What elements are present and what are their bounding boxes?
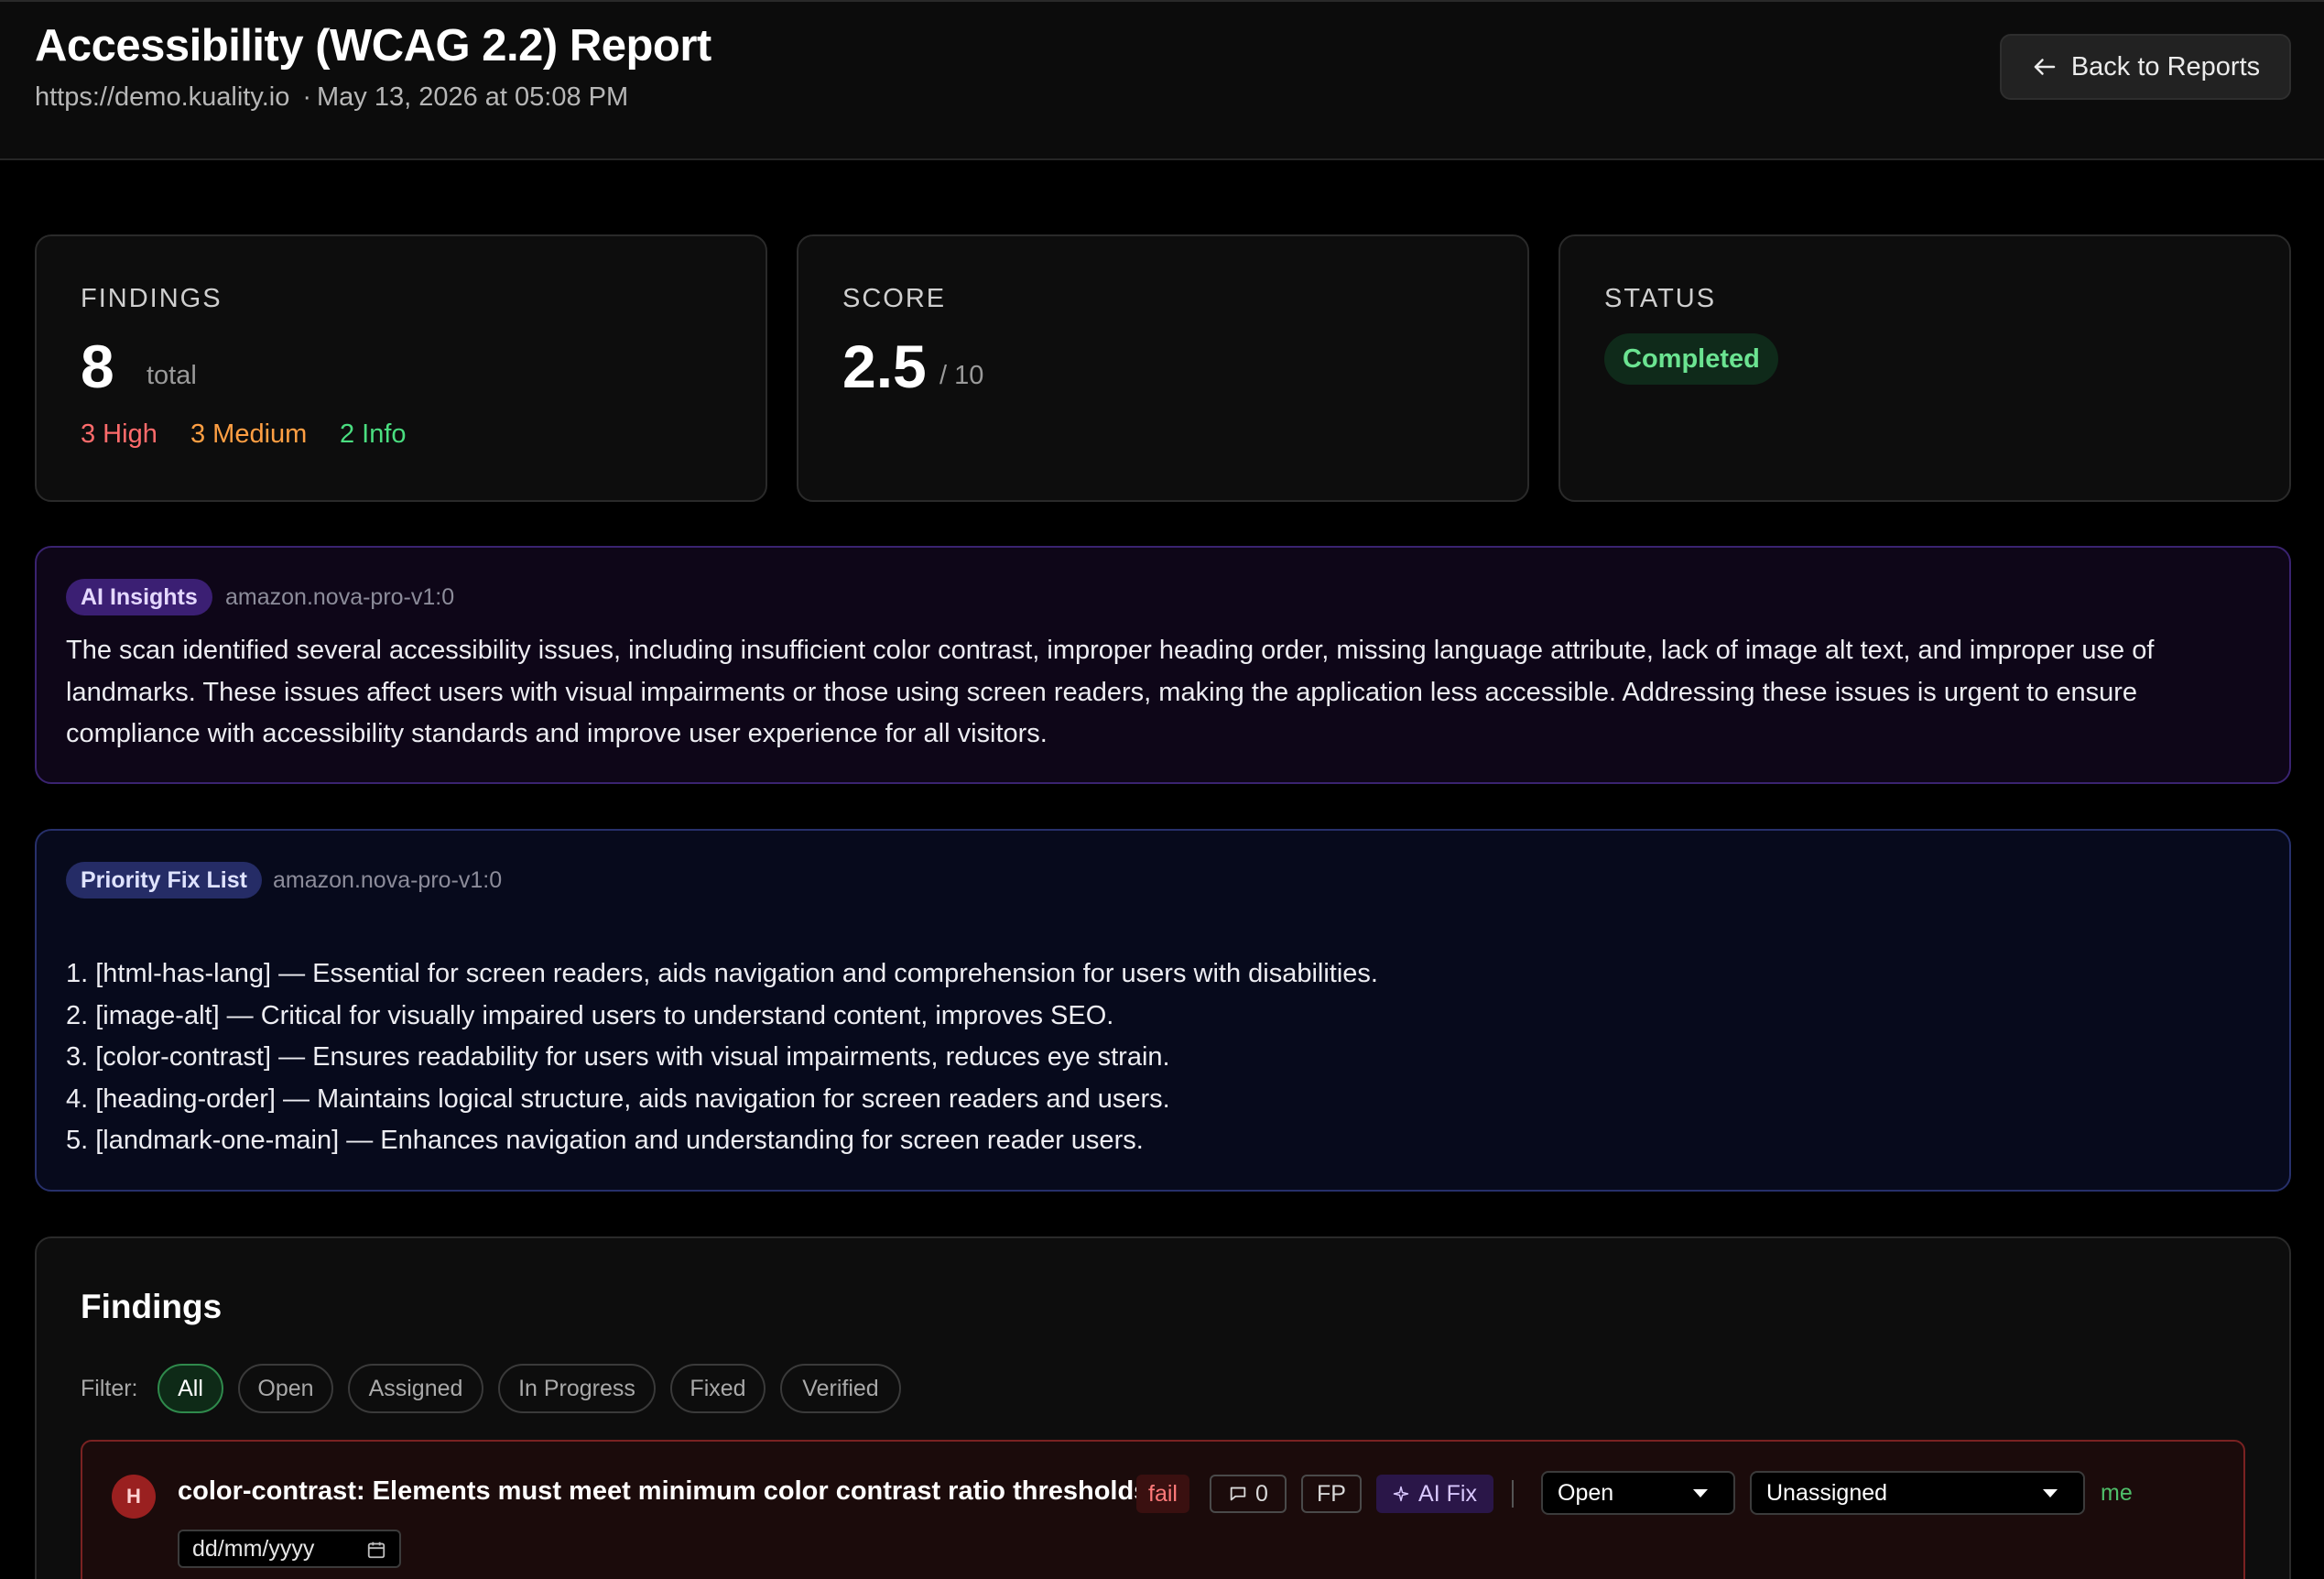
report-url: https://demo.kuality.io [35,82,290,112]
ai-insights-model: amazon.nova-pro-v1:0 [225,584,455,610]
page-header: Accessibility (WCAG 2.2) Report https://… [0,0,2324,160]
arrow-left-icon [2034,59,2056,75]
back-to-reports-label: Back to Reports [2070,51,2261,82]
report-meta: https://demo.kuality.io · May 13, 2026 at … [35,82,628,113]
meta-separator: · [302,82,311,112]
divider [1512,1480,1514,1508]
filter-all[interactable]: All [157,1364,223,1413]
high-count: 3 High [81,419,157,449]
findings-total: 8 [81,332,114,400]
score-stat-card: SCORE 2.5 / 10 [797,234,1529,502]
ai-insights-badge: AI Insights [66,579,212,615]
priority-fix-item: 2. [image-alt] — Critical for visually i… [66,1000,1114,1030]
false-positive-button[interactable]: FP [1301,1475,1362,1513]
priority-fix-item: 4. [heading-order] — Maintains logical s… [66,1084,1170,1114]
comments-button[interactable]: 0 [1210,1475,1287,1513]
findings-stat-card: FINDINGS 8 total 3 High 3 Medium 2 Info [35,234,767,502]
priority-fix-list-badge: Priority Fix List [66,862,262,898]
ai-insights-text: The scan identified several accessibilit… [66,636,2155,748]
back-to-reports-button[interactable]: Back to Reports [2000,34,2291,100]
ai-fix-label: AI Fix [1418,1480,1477,1507]
ai-fix-button[interactable]: AI Fix [1376,1475,1493,1513]
priority-fix-item: 1. [html-has-lang] — Essential for scree… [66,959,1378,988]
ai-insights-panel: AI Insights amazon.nova-pro-v1:0 The sca… [35,546,2291,784]
finding-row[interactable]: H color-contrast: Elements must meet min… [81,1440,2245,1579]
priority-fix-item: 5. [landmark-one-main] — Enhances naviga… [66,1126,1144,1155]
comment-count: 0 [1255,1480,1268,1507]
due-date-placeholder: dd/mm/yyyy [192,1535,315,1562]
filter-label: Filter: [81,1376,138,1401]
report-timestamp: May 13, 2026 at 05:08 PM [317,82,629,112]
filter-in-progress[interactable]: In Progress [498,1364,656,1413]
info-count: 2 Info [340,419,407,449]
status-badge: Completed [1604,333,1778,385]
findings-title: Findings [81,1288,223,1325]
sparkle-icon [1393,1486,1409,1502]
due-date-input[interactable]: dd/mm/yyyy [178,1530,401,1568]
findings-stat-label: FINDINGS [81,284,223,313]
assign-to-me-link[interactable]: me [2101,1480,2133,1507]
score-suffix: / 10 [939,361,984,390]
assignee-select[interactable]: Unassigned [1750,1471,2085,1515]
findings-total-suffix: total [147,361,197,390]
chevron-down-icon [2043,1489,2058,1497]
finding-title[interactable]: color-contrast: Elements must meet minim… [178,1476,1148,1507]
page-title: Accessibility (WCAG 2.2) Report [35,21,711,71]
chevron-down-icon [1693,1489,1708,1497]
filter-open[interactable]: Open [238,1364,333,1413]
priority-fix-list: 1. [html-has-lang] — Essential for scree… [66,953,2264,1162]
severity-high-indicator: H [112,1475,156,1519]
status-stat-card: STATUS Completed [1558,234,2291,502]
filter-fixed[interactable]: Fixed [670,1364,766,1413]
priority-fix-list-panel: Priority Fix List amazon.nova-pro-v1:0 1… [35,829,2291,1192]
priority-fix-list-model: amazon.nova-pro-v1:0 [273,867,503,893]
assignee-select-value: Unassigned [1766,1479,1888,1506]
calendar-icon[interactable] [366,1540,386,1560]
medium-count: 3 Medium [190,419,308,449]
status-select-value: Open [1558,1479,1614,1506]
priority-fix-item: 3. [color-contrast] — Ensures readabilit… [66,1042,1170,1072]
score-value: 2.5 [842,332,927,400]
status-stat-label: STATUS [1604,284,1717,313]
score-stat-label: SCORE [842,284,947,313]
findings-section: Findings Filter: All Open Assigned In Pr… [35,1236,2291,1579]
result-fail-badge: fail [1136,1475,1189,1513]
status-select[interactable]: Open [1541,1471,1735,1515]
filter-verified[interactable]: Verified [780,1364,901,1413]
filter-assigned[interactable]: Assigned [348,1364,483,1413]
report-page: Accessibility (WCAG 2.2) Report https://… [0,0,2324,1579]
comment-icon [1230,1486,1246,1501]
